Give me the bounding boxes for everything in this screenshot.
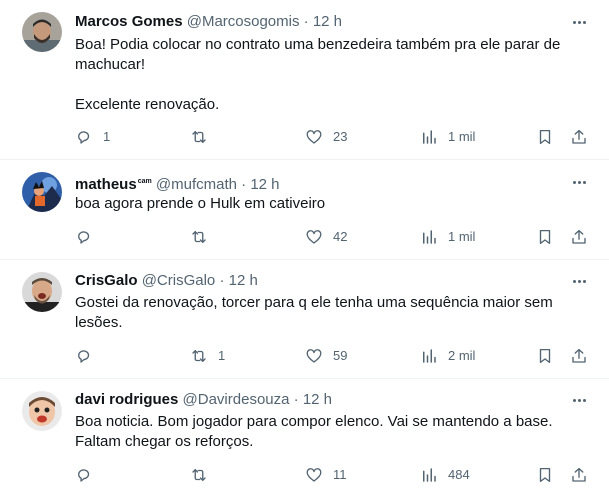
timestamp[interactable]: 12 h <box>313 13 342 30</box>
retweet-icon <box>192 131 206 143</box>
tweet[interactable]: Marcos Gomes @Marcosogomis · 12 h Boa! P… <box>0 0 609 160</box>
more-options-button[interactable] <box>567 390 591 410</box>
more-options-icon <box>573 181 576 184</box>
like-button[interactable]: 23 <box>305 127 347 147</box>
share-icon <box>572 467 586 482</box>
display-name[interactable]: CrisGalo <box>75 272 138 289</box>
views-button[interactable]: 1 mil <box>420 227 475 247</box>
views-button[interactable]: 2 mil <box>420 346 475 366</box>
display-name[interactable]: Marcos Gomes <box>75 13 183 30</box>
tweet[interactable]: matheuscam @mufcmath · 12 h boa agora pr… <box>0 160 609 260</box>
retweet-icon <box>192 350 206 362</box>
reply-button[interactable] <box>75 465 103 485</box>
share-button[interactable] <box>570 127 588 147</box>
like-button[interactable]: 11 <box>305 465 347 485</box>
heart-icon <box>306 130 322 144</box>
like-count: 11 <box>333 467 347 482</box>
more-options-icon <box>573 399 576 402</box>
avatar[interactable] <box>22 391 62 431</box>
views-button[interactable]: 1 mil <box>420 127 475 147</box>
tweet[interactable]: davi rodrigues @Davirdesouza · 12 h Boa … <box>0 379 609 495</box>
retweet-button[interactable] <box>190 127 218 147</box>
heart-icon <box>306 468 322 482</box>
user-handle[interactable]: @Davirdesouza <box>183 391 290 408</box>
retweet-icon <box>192 469 206 481</box>
share-button[interactable] <box>570 227 588 247</box>
user-handle[interactable]: @Marcosogomis <box>187 13 300 30</box>
separator-dot: · <box>293 391 299 408</box>
views-icon <box>423 468 436 482</box>
more-options-icon <box>573 280 576 283</box>
display-name[interactable]: davi rodrigues <box>75 391 178 408</box>
views-count: 2 mil <box>448 348 476 363</box>
reply-button[interactable]: 1 <box>75 127 110 147</box>
tweet-header: davi rodrigues @Davirdesouza · 12 h <box>75 390 332 410</box>
more-options-button[interactable] <box>567 172 591 192</box>
views-count: 1 mil <box>448 129 476 144</box>
views-icon <box>423 349 436 363</box>
more-options-button[interactable] <box>567 271 591 291</box>
reply-button[interactable] <box>75 346 103 366</box>
bookmark-button[interactable] <box>536 346 554 366</box>
retweet-count: 1 <box>218 348 226 363</box>
like-count: 59 <box>333 348 348 363</box>
tweet-text: Boa noticia. Bom jogador para compor ele… <box>75 413 553 450</box>
display-name[interactable]: matheuscam <box>75 176 152 193</box>
reply-icon <box>78 469 90 482</box>
share-icon <box>572 348 586 363</box>
name-badge: cam <box>137 178 152 185</box>
separator-dot: · <box>241 176 247 193</box>
bookmark-icon <box>539 467 551 483</box>
share-icon <box>572 129 586 144</box>
reply-button[interactable] <box>75 227 103 247</box>
heart-icon <box>306 230 322 244</box>
reply-count: 1 <box>103 129 111 144</box>
avatar[interactable] <box>22 172 62 212</box>
bookmark-icon <box>539 129 551 145</box>
tweet[interactable]: CrisGalo @CrisGalo · 12 h Gostei da reno… <box>0 260 609 379</box>
tweet-text: Gostei da renovação, torcer para q ele t… <box>75 294 553 331</box>
tweet-header: CrisGalo @CrisGalo · 12 h <box>75 271 258 291</box>
views-button[interactable]: 484 <box>420 465 470 485</box>
bookmark-button[interactable] <box>536 127 554 147</box>
separator-dot: · <box>219 272 225 289</box>
bookmark-button[interactable] <box>536 227 554 247</box>
more-options-button[interactable] <box>567 12 591 32</box>
tweet-header: Marcos Gomes @Marcosogomis · 12 h <box>75 12 342 32</box>
heart-icon <box>306 349 322 363</box>
views-count: 1 mil <box>448 229 476 244</box>
timestamp[interactable]: 12 h <box>229 272 258 289</box>
share-button[interactable] <box>570 346 588 366</box>
views-count: 484 <box>448 467 470 482</box>
like-button[interactable]: 59 <box>305 346 347 366</box>
views-icon <box>423 130 436 144</box>
retweet-button[interactable]: 1 <box>190 346 225 366</box>
user-handle[interactable]: @mufcmath <box>156 176 237 193</box>
reply-icon <box>78 350 90 363</box>
bookmark-button[interactable] <box>536 465 554 485</box>
retweet-button[interactable] <box>190 465 218 485</box>
reply-icon <box>78 231 90 244</box>
share-button[interactable] <box>570 465 588 485</box>
tweet-text: Boa! Podia colocar no contrato uma benze… <box>75 36 561 113</box>
views-icon <box>423 230 436 244</box>
like-count: 23 <box>333 129 348 144</box>
bookmark-icon <box>539 229 551 245</box>
more-options-icon <box>573 21 576 24</box>
avatar[interactable] <box>22 12 62 52</box>
like-button[interactable]: 42 <box>305 227 347 247</box>
tweet-text: boa agora prende o Hulk em cativeiro <box>75 195 326 212</box>
reply-icon <box>78 131 90 144</box>
retweet-button[interactable] <box>190 227 218 247</box>
user-handle[interactable]: @CrisGalo <box>142 272 216 289</box>
share-icon <box>572 229 586 244</box>
separator-dot: · <box>303 13 309 30</box>
retweet-icon <box>192 231 206 243</box>
timestamp[interactable]: 12 h <box>303 391 332 408</box>
timestamp[interactable]: 12 h <box>250 176 279 193</box>
avatar[interactable] <box>22 272 62 312</box>
tweet-header: matheuscam @mufcmath · 12 h <box>75 172 280 195</box>
like-count: 42 <box>333 229 348 244</box>
bookmark-icon <box>539 348 551 364</box>
